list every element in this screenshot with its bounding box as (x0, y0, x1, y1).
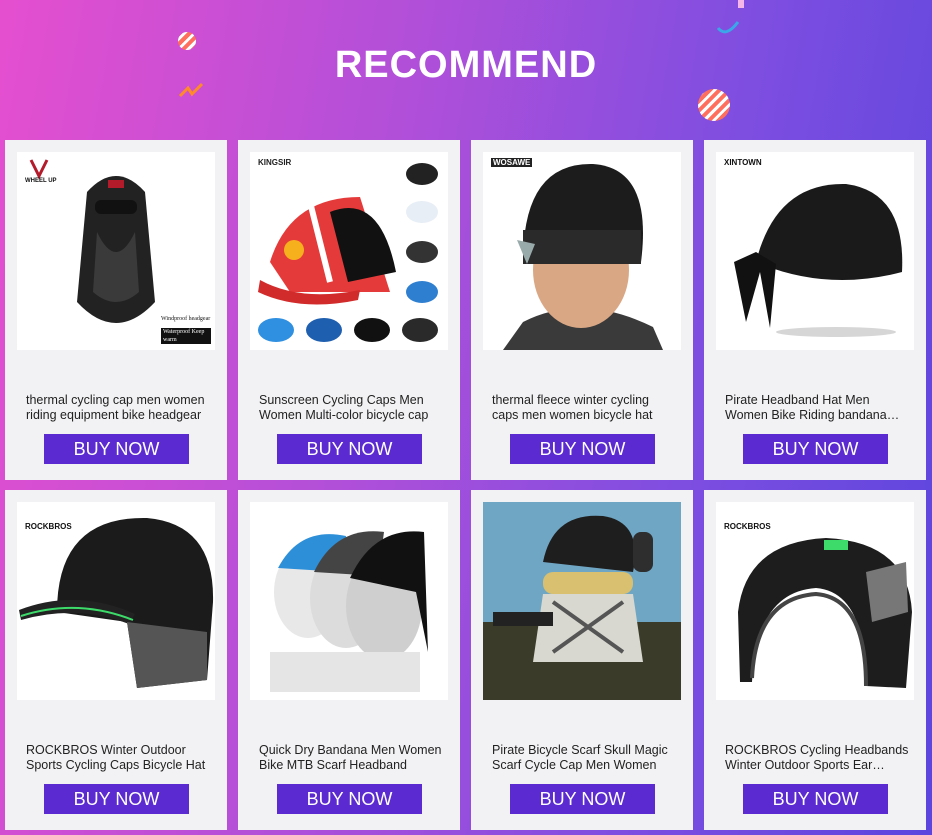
brand-label: ROCKBROS (724, 522, 771, 531)
feature-caption: Windproof headgear (161, 316, 211, 322)
product-title[interactable]: thermal fleece winter cycling caps men w… (492, 393, 678, 423)
product-card[interactable]: KINGSIR Sunscreen Cycling Caps Men Women… (238, 140, 460, 480)
product-card[interactable]: WHEEL UP Windproof headgear Waterproof K… (5, 140, 227, 480)
product-card[interactable]: WOSAWE thermal fleece winter cycling cap… (471, 140, 693, 480)
buy-now-button[interactable]: BUY NOW (743, 784, 888, 814)
product-title[interactable]: Pirate Headband Hat Men Women Bike Ridin… (725, 393, 911, 423)
feature-badge: Waterproof Keep warm (163, 329, 205, 343)
buy-now-button[interactable]: BUY NOW (510, 434, 655, 464)
product-card[interactable]: ROCKBROS ROCKBROS Winter Outdoor Sports … (5, 490, 227, 830)
product-title[interactable]: ROCKBROS Cycling Headbands Winter Outdoo… (725, 743, 911, 773)
product-card[interactable]: XINTOWN Pirate Headband Hat Men Women Bi… (704, 140, 926, 480)
cycling-caps-image[interactable]: KINGSIR (250, 152, 448, 350)
brand-label: WOSAWE (491, 158, 533, 167)
product-title[interactable]: Pirate Bicycle Scarf Skull Magic Scarf C… (492, 743, 678, 773)
product-card[interactable]: ROCKBROS ROCKBROS Cycling Headbands Wint… (704, 490, 926, 830)
brand-label: ROCKBROS (25, 522, 72, 531)
buy-now-button[interactable]: BUY NOW (743, 434, 888, 464)
pirate-bandana-image[interactable]: XINTOWN (716, 152, 914, 350)
product-grid: WHEEL UP Windproof headgear Waterproof K… (0, 0, 932, 835)
ear-warmer-headband-image[interactable]: ROCKBROS (716, 502, 914, 700)
balaclava-image[interactable]: WHEEL UP Windproof headgear Waterproof K… (17, 152, 215, 350)
brand-label: WHEEL UP (25, 178, 57, 184)
product-title[interactable]: thermal cycling cap men women riding equ… (26, 393, 212, 423)
buy-now-button[interactable]: BUY NOW (44, 434, 189, 464)
buy-now-button[interactable]: BUY NOW (277, 784, 422, 814)
buy-now-button[interactable]: BUY NOW (277, 434, 422, 464)
buy-now-button[interactable]: BUY NOW (510, 784, 655, 814)
product-title[interactable]: Sunscreen Cycling Caps Men Women Multi-c… (259, 393, 445, 423)
brand-label: XINTOWN (724, 158, 762, 167)
buy-now-button[interactable]: BUY NOW (44, 784, 189, 814)
brand-label: KINGSIR (258, 158, 292, 167)
product-card[interactable]: Quick Dry Bandana Men Women Bike MTB Sca… (238, 490, 460, 830)
quick-dry-bandana-image[interactable] (250, 502, 448, 700)
skull-scarf-image[interactable] (483, 502, 681, 700)
product-title[interactable]: ROCKBROS Winter Outdoor Sports Cycling C… (26, 743, 212, 773)
fleece-beanie-image[interactable]: WOSAWE (483, 152, 681, 350)
product-card[interactable]: Pirate Bicycle Scarf Skull Magic Scarf C… (471, 490, 693, 830)
product-title[interactable]: Quick Dry Bandana Men Women Bike MTB Sca… (259, 743, 445, 773)
winter-cap-image[interactable]: ROCKBROS (17, 502, 215, 700)
